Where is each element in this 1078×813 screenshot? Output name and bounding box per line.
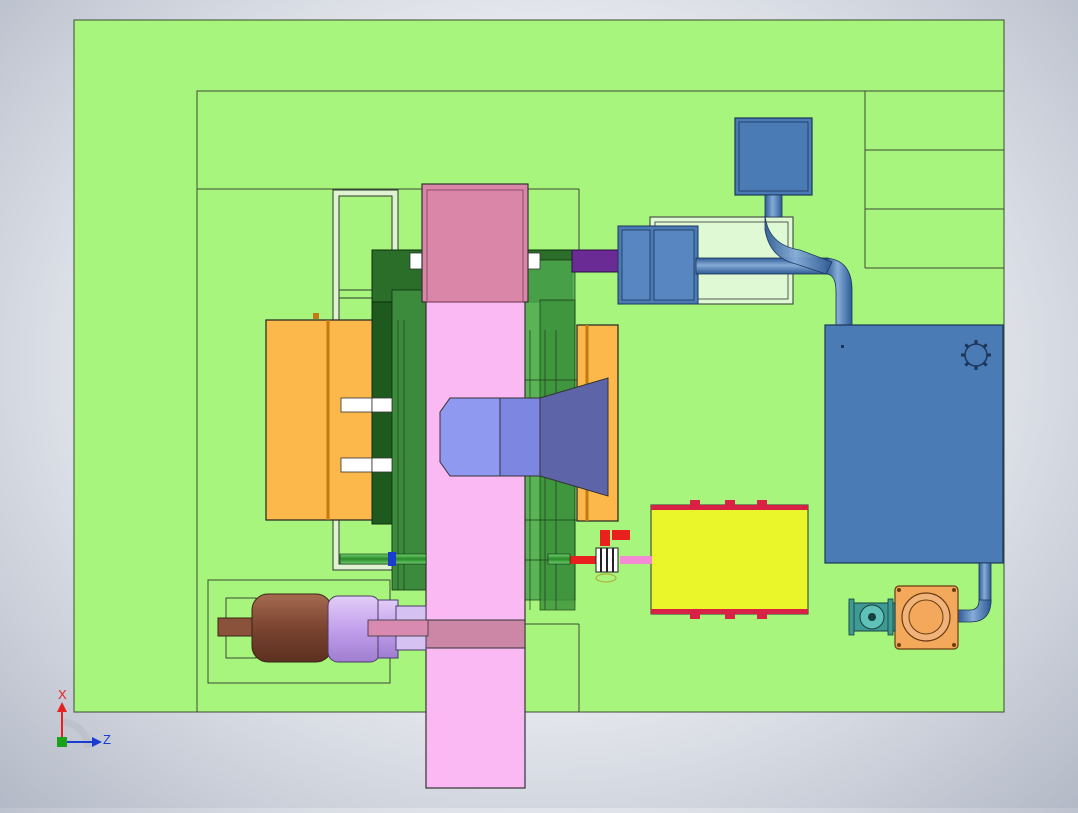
- x-axis-label: X: [58, 687, 67, 702]
- valve-icon: [848, 598, 896, 636]
- yellow-cylinder: [650, 500, 809, 619]
- cad-viewport[interactable]: X Z: [0, 0, 1078, 808]
- green-pipe: [339, 553, 427, 565]
- central-column: [421, 183, 529, 789]
- z-axis-label: Z: [103, 732, 111, 747]
- top-blue-box: [734, 117, 813, 196]
- pump-housing: [894, 585, 959, 650]
- drain-pipe-vertical: [978, 562, 992, 604]
- top-box-pipe: [764, 194, 783, 218]
- motor: [217, 593, 429, 663]
- blue-housing: [824, 324, 1004, 564]
- assembly-top-view: X Z: [57, 19, 1005, 789]
- blue-flange: [617, 225, 699, 305]
